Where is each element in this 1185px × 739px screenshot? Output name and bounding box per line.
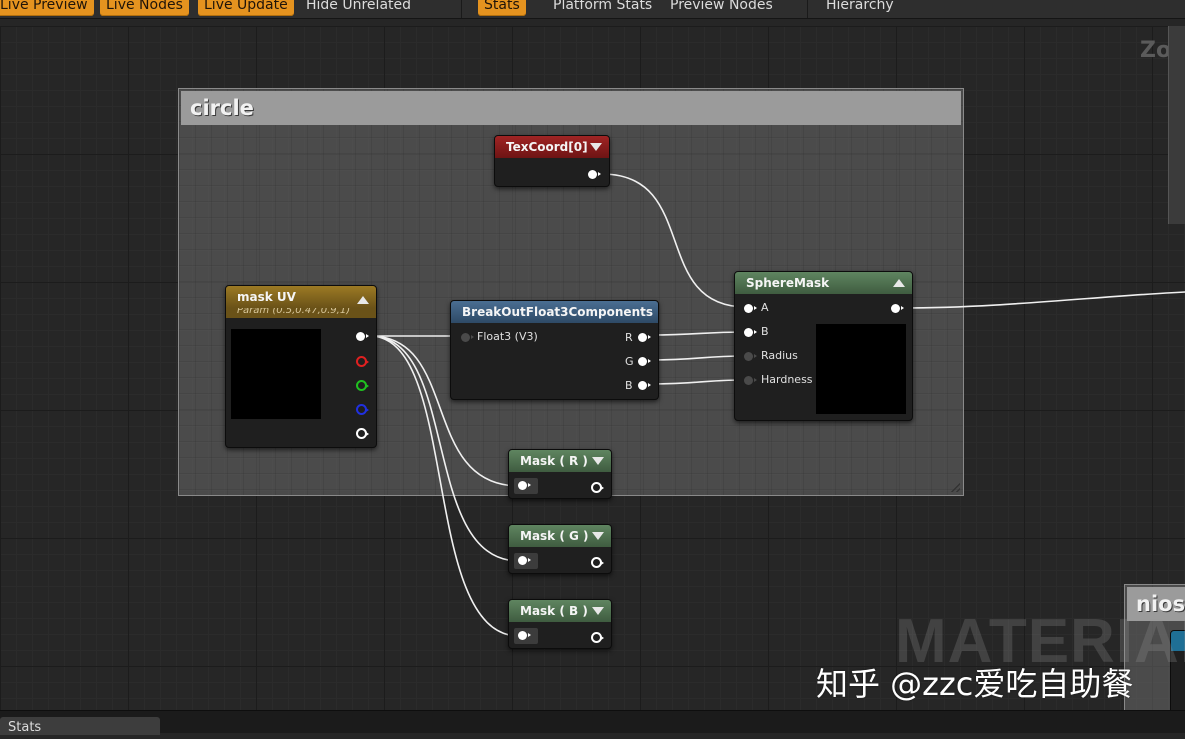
- pin-label-r: R: [625, 331, 633, 344]
- collapse-arrow-icon[interactable]: [592, 457, 604, 465]
- node-title[interactable]: BreakOutFloat3Components: [451, 301, 658, 323]
- input-pin-float3[interactable]: [461, 333, 474, 342]
- bottom-panel-bar: [0, 710, 1185, 733]
- input-pin-a[interactable]: [744, 304, 757, 313]
- node-title[interactable]: SphereMask: [735, 272, 912, 294]
- node-mask-uv[interactable]: mask UV Param (0.5,0.47,0.9,1): [225, 285, 377, 448]
- material-graph-canvas[interactable]: Zoom circle niose MATERIAL TexCoord[0] m…: [0, 26, 1185, 710]
- node-title[interactable]: mask UV: [226, 286, 376, 308]
- output-pin-r[interactable]: [356, 356, 369, 367]
- collapse-arrow-icon[interactable]: [590, 143, 602, 151]
- input-pin-radius[interactable]: [744, 352, 757, 361]
- input-pin-hardness[interactable]: [744, 376, 757, 385]
- pin-label-float3: Float3 (V3): [477, 330, 538, 343]
- node-title[interactable]: Mask ( B ): [509, 600, 611, 622]
- output-pin-rgba[interactable]: [356, 332, 369, 341]
- input-pin[interactable]: [514, 628, 538, 644]
- output-pin-g[interactable]: [638, 357, 651, 366]
- live-update-toggle[interactable]: Live Update: [198, 0, 294, 16]
- input-pin-b[interactable]: [744, 328, 757, 337]
- pin-label-a: A: [761, 301, 769, 314]
- input-pin[interactable]: [514, 478, 538, 494]
- node-spheremask[interactable]: SphereMask A B Radius Hardness: [734, 271, 913, 421]
- node-preview: [231, 329, 321, 419]
- collapse-arrow-icon[interactable]: [357, 296, 369, 304]
- output-pin[interactable]: [591, 632, 604, 643]
- output-pin[interactable]: [591, 482, 604, 493]
- node-title-text: Mask ( R ): [520, 454, 588, 468]
- collapse-arrow-icon[interactable]: [893, 279, 905, 287]
- node-title[interactable]: TexCoord[0]: [495, 136, 609, 158]
- collapse-arrow-icon[interactable]: [592, 607, 604, 615]
- live-nodes-toggle[interactable]: Live Nodes: [100, 0, 189, 16]
- output-pin-b[interactable]: [638, 381, 651, 390]
- node-mask-r[interactable]: Mask ( R ): [508, 449, 612, 499]
- output-pin-r[interactable]: [638, 333, 651, 342]
- node-title[interactable]: Mask ( R ): [509, 450, 611, 472]
- platform-stats-button[interactable]: Platform Stats: [553, 0, 652, 16]
- live-preview-toggle[interactable]: Live Preview: [0, 0, 94, 16]
- node-title-text: SphereMask: [746, 276, 830, 290]
- preview-nodes-button[interactable]: Preview Nodes: [670, 0, 773, 16]
- stats-toggle[interactable]: Stats: [478, 0, 526, 16]
- node-title-text: BreakOutFloat3Components: [462, 305, 653, 319]
- node-preview: [816, 324, 906, 414]
- toolbar-separator: [461, 0, 462, 18]
- pin-label-radius: Radius: [761, 349, 798, 362]
- output-pin-b[interactable]: [356, 404, 369, 415]
- pin-dot: [518, 631, 531, 640]
- pin-label-b: B: [625, 379, 633, 392]
- toolbar-separator: [807, 0, 808, 18]
- stats-panel-tab[interactable]: Stats: [0, 717, 160, 735]
- node-title-text: Mask ( G ): [520, 529, 589, 543]
- collapse-arrow-icon[interactable]: [592, 532, 604, 540]
- node-mask-b[interactable]: Mask ( B ): [508, 599, 612, 649]
- node-title-text: mask UV: [237, 290, 296, 304]
- node-title-text: TexCoord[0]: [506, 140, 588, 154]
- pin-dot: [518, 556, 531, 565]
- hierarchy-button[interactable]: Hierarchy: [826, 0, 894, 16]
- zhihu-watermark: 知乎 @zzc爱吃自助餐: [816, 665, 1134, 703]
- output-pin[interactable]: [891, 304, 904, 313]
- node-title-text: Mask ( B ): [520, 604, 588, 618]
- resize-grip-icon[interactable]: [950, 482, 960, 492]
- comment-title[interactable]: circle: [181, 91, 961, 125]
- node-mask-g[interactable]: Mask ( G ): [508, 524, 612, 574]
- pin-label-g: G: [625, 355, 634, 368]
- input-pin[interactable]: [514, 553, 538, 569]
- node-texcoord[interactable]: TexCoord[0]: [494, 135, 610, 187]
- pin-label-hardness: Hardness: [761, 373, 813, 386]
- pin-dot: [518, 481, 531, 490]
- hide-unrelated-button[interactable]: Hide Unrelated: [306, 0, 411, 16]
- output-pin-a[interactable]: [356, 428, 369, 439]
- pin-label-b: B: [761, 325, 769, 338]
- node-breakout-float3[interactable]: BreakOutFloat3Components Float3 (V3) R G…: [450, 300, 659, 400]
- output-pin[interactable]: [591, 557, 604, 568]
- details-panel-edge: [1168, 26, 1185, 224]
- output-pin-g[interactable]: [356, 380, 369, 391]
- editor-toolbar: Live Preview Live Nodes Live Update Hide…: [0, 0, 1185, 19]
- output-pin[interactable]: [588, 170, 601, 179]
- node-title[interactable]: Mask ( G ): [509, 525, 611, 547]
